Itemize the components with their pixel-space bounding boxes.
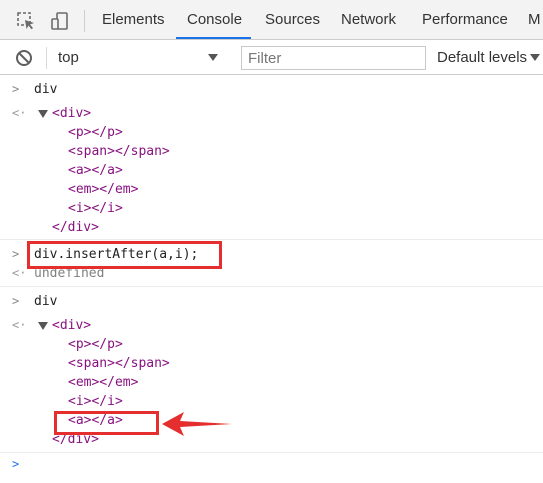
clear-console-icon[interactable]: [14, 48, 34, 68]
red-arrow-icon: [162, 412, 232, 436]
tab-elements[interactable]: Elements: [102, 0, 165, 40]
console-input-text: div: [34, 294, 58, 309]
tab-console[interactable]: Console: [187, 0, 242, 40]
device-toolbar-icon[interactable]: [50, 11, 70, 31]
tab-sources[interactable]: Sources: [265, 0, 320, 40]
highlight-box: [54, 411, 159, 435]
input-prompt-icon: >: [12, 82, 20, 96]
tab-divider: [84, 10, 85, 32]
tree-node[interactable]: <i></i>: [68, 199, 123, 218]
result-arrow-icon: <·: [12, 106, 27, 120]
tree-node[interactable]: <em></em>: [68, 373, 138, 392]
tree-node[interactable]: </div>: [52, 218, 99, 237]
filter-input[interactable]: [241, 46, 426, 70]
levels-chevron-down-icon[interactable]: [530, 54, 540, 61]
highlight-box: [27, 241, 222, 269]
result-arrow-icon: <·: [12, 318, 27, 332]
expand-triangle-icon[interactable]: [38, 110, 48, 118]
tree-node[interactable]: <em></em>: [68, 180, 138, 199]
tab-performance[interactable]: Performance: [422, 0, 508, 40]
input-prompt-icon: >: [12, 294, 20, 308]
console-message: > div <· <div> <p></p> <span></span> <a>…: [0, 75, 543, 240]
tree-node[interactable]: <p></p>: [68, 123, 123, 142]
console-prompt-input[interactable]: [34, 455, 534, 474]
result-arrow-icon: <·: [12, 266, 27, 280]
expand-triangle-icon[interactable]: [38, 322, 48, 330]
log-levels-dropdown[interactable]: Default levels: [437, 41, 527, 74]
inspect-element-icon[interactable]: [16, 11, 36, 31]
tree-node[interactable]: <i></i>: [68, 392, 123, 411]
tree-node[interactable]: <span></span>: [68, 142, 170, 161]
context-selector[interactable]: top: [58, 41, 226, 74]
tree-node[interactable]: <a></a>: [68, 161, 123, 180]
input-prompt-icon: >: [12, 247, 20, 261]
toolbar-divider: [46, 47, 47, 69]
context-chevron-down-icon[interactable]: [208, 54, 218, 61]
devtools-tabbar: Elements Console Sources Network Perform…: [0, 0, 543, 40]
tree-node[interactable]: <div>: [52, 104, 91, 123]
tree-node[interactable]: <div>: [52, 316, 91, 335]
console-input-text: div: [34, 82, 58, 97]
active-tab-indicator: [176, 37, 251, 39]
tree-node[interactable]: <p></p>: [68, 335, 123, 354]
tab-network[interactable]: Network: [341, 0, 396, 40]
console-prompt-caret-icon[interactable]: >: [12, 455, 24, 474]
console-toolbar: top Default levels: [0, 41, 543, 75]
tab-more[interactable]: M: [528, 0, 541, 40]
tree-node[interactable]: <span></span>: [68, 354, 170, 373]
